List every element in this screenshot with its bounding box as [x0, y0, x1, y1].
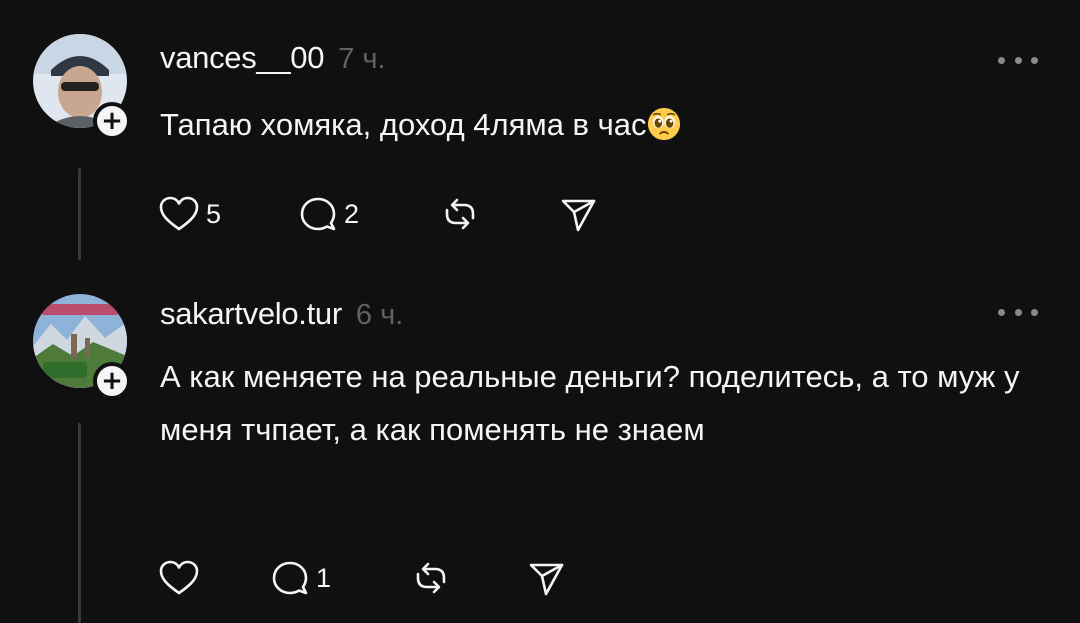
reply-count: 2: [344, 198, 360, 229]
comment-button[interactable]: 1: [270, 558, 331, 598]
post-text: Тапаю хомяка, доход 4ляма в час: [160, 98, 1020, 151]
post-text-content: А как меняете на реальные деньги? подели…: [160, 359, 1020, 447]
like-count: 5: [206, 198, 222, 229]
like-button[interactable]: 5: [158, 194, 221, 234]
thread-line: [78, 423, 81, 623]
heart-icon: [159, 196, 199, 231]
username[interactable]: vances__00: [160, 40, 324, 76]
pleading-face-emoji: [647, 107, 680, 141]
timestamp: 6 ч.: [355, 299, 404, 331]
heart-icon: [159, 560, 199, 595]
reply-count: 1: [316, 562, 332, 593]
reply-post: + vances__00 7 ч. Тапаю хомяка, доход 4л…: [0, 0, 1080, 268]
share-icon: [561, 199, 596, 232]
comment-icon: [272, 561, 308, 595]
like-button[interactable]: [158, 558, 200, 598]
avatar-container[interactable]: +: [33, 34, 131, 140]
repost-button[interactable]: [440, 194, 480, 234]
post-header: vances__00 7 ч.: [160, 40, 386, 76]
reply-post: + sakartvelo.tur 6 ч. А как меняете на р…: [0, 268, 1080, 623]
post-header: sakartvelo.tur 6 ч.: [160, 296, 403, 332]
share-button[interactable]: [526, 558, 566, 598]
avatar-container[interactable]: +: [33, 294, 131, 400]
comment-icon: [300, 197, 336, 231]
repost-icon: [416, 562, 446, 594]
follow-plus-icon[interactable]: +: [93, 102, 131, 140]
repost-icon: [445, 198, 475, 230]
thread-line: [78, 168, 81, 260]
timestamp: 7 ч.: [338, 43, 386, 75]
share-icon: [529, 563, 564, 596]
post-text: А как меняете на реальные деньги? подели…: [160, 350, 1020, 456]
post-text-content: Тапаю хомяка, доход 4ляма в час: [160, 107, 647, 142]
comment-button[interactable]: 2: [298, 194, 359, 234]
repost-button[interactable]: [411, 558, 451, 598]
more-icon[interactable]: [998, 304, 1038, 320]
username[interactable]: sakartvelo.tur: [160, 296, 342, 332]
share-button[interactable]: [558, 194, 598, 234]
follow-plus-icon[interactable]: +: [93, 362, 131, 400]
more-icon[interactable]: [998, 52, 1038, 68]
